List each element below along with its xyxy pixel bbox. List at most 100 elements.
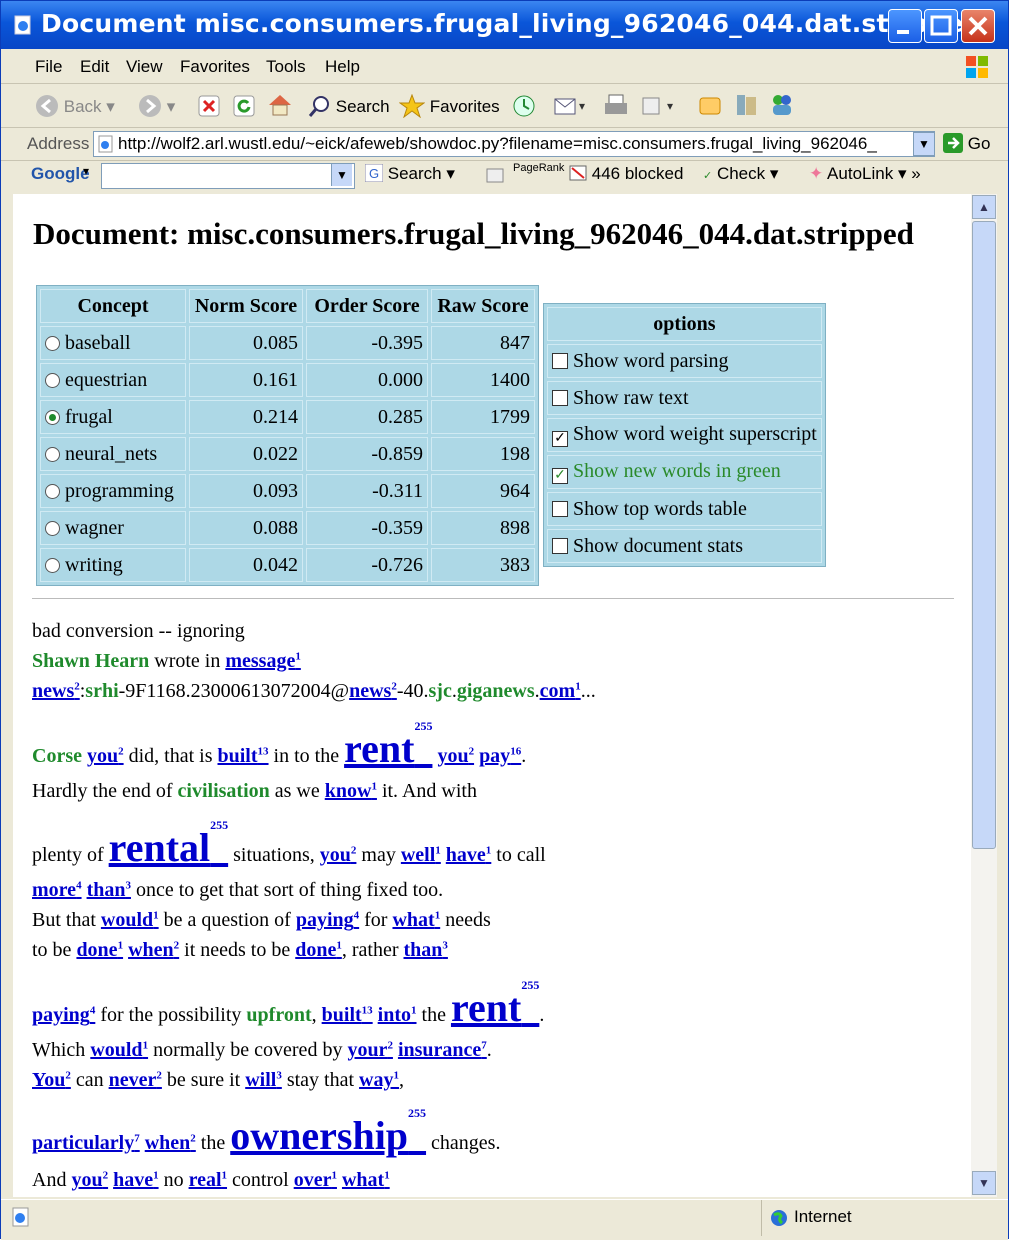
back-button[interactable]: Back ▾ bbox=[35, 94, 115, 118]
word-link[interactable]: when2 bbox=[128, 939, 179, 961]
scroll-thumb[interactable] bbox=[972, 221, 996, 849]
menu-help[interactable]: Help bbox=[325, 57, 360, 77]
word-link[interactable]: more4 bbox=[32, 879, 82, 901]
concept-radio[interactable] bbox=[45, 335, 60, 351]
word-link[interactable]: when2 bbox=[145, 1132, 196, 1154]
word-link[interactable]: than3 bbox=[404, 939, 448, 961]
word-link[interactable]: than3 bbox=[87, 879, 131, 901]
word-link[interactable]: what1 bbox=[392, 909, 440, 931]
checkbox-checked[interactable]: ✓ bbox=[552, 468, 568, 484]
word-link[interactable]: ownership255 bbox=[230, 1106, 426, 1158]
word-link[interactable]: real1 bbox=[189, 1169, 227, 1191]
scroll-down-button[interactable]: ▼ bbox=[972, 1171, 996, 1195]
concept-cell[interactable]: writing bbox=[40, 548, 186, 582]
vertical-scrollbar[interactable]: ▲ ▼ bbox=[971, 194, 997, 1197]
word-link[interactable]: rent255 bbox=[451, 978, 539, 1030]
option-new-words-green[interactable]: ✓ Show new words in green bbox=[547, 455, 822, 489]
option-document-stats[interactable]: Show document stats bbox=[547, 529, 822, 563]
word-link[interactable]: what1 bbox=[342, 1169, 390, 1191]
go-button[interactable]: Go bbox=[943, 133, 990, 154]
concept-radio-selected[interactable] bbox=[45, 409, 60, 425]
address-input[interactable]: http://wolf2.arl.wustl.edu/~eick/afeweb/… bbox=[93, 131, 935, 157]
word-link[interactable]: have1 bbox=[446, 844, 492, 866]
word-link[interactable]: you2 bbox=[87, 745, 124, 767]
google-search-input[interactable] bbox=[101, 163, 355, 189]
menu-edit[interactable]: Edit bbox=[80, 57, 109, 77]
option-word-weight-superscript[interactable]: ✓ Show word weight superscript bbox=[547, 418, 822, 452]
google-search-button[interactable]: G Search ▾ bbox=[364, 163, 455, 184]
concept-cell[interactable]: neural_nets bbox=[40, 437, 186, 471]
word-link[interactable]: you2 bbox=[437, 745, 474, 767]
word-link[interactable]: would1 bbox=[101, 909, 159, 931]
refresh-icon[interactable] bbox=[233, 95, 255, 117]
concept-cell[interactable]: equestrian bbox=[40, 363, 186, 397]
messenger-icon[interactable] bbox=[769, 92, 795, 118]
word-link[interactable]: never2 bbox=[109, 1069, 162, 1091]
search-button[interactable]: Search bbox=[307, 94, 390, 118]
concept-cell[interactable]: programming bbox=[40, 474, 186, 508]
word-link[interactable]: over1 bbox=[294, 1169, 337, 1191]
option-word-parsing[interactable]: Show word parsing bbox=[547, 344, 822, 378]
word-link[interactable]: will3 bbox=[245, 1069, 282, 1091]
word-link[interactable]: well1 bbox=[401, 844, 441, 866]
news-icon[interactable] bbox=[485, 166, 505, 184]
research-icon[interactable] bbox=[734, 92, 760, 118]
option-raw-text[interactable]: Show raw text bbox=[547, 381, 822, 415]
word-link[interactable]: You2 bbox=[32, 1069, 71, 1091]
checkbox[interactable] bbox=[552, 500, 568, 517]
word-link[interactable]: built13 bbox=[218, 745, 269, 767]
word-link[interactable]: message1 bbox=[225, 650, 300, 672]
discuss-icon[interactable] bbox=[698, 94, 724, 118]
word-link[interactable]: news2 bbox=[32, 680, 80, 702]
popup-blocker-button[interactable]: 446 blocked bbox=[569, 164, 683, 184]
word-link[interactable]: particularly7 bbox=[32, 1132, 140, 1154]
mail-icon[interactable]: ▾ bbox=[553, 94, 593, 118]
scroll-up-button[interactable]: ▲ bbox=[972, 195, 996, 219]
print-icon[interactable] bbox=[603, 93, 629, 119]
minimize-button[interactable] bbox=[888, 9, 922, 43]
checkbox[interactable] bbox=[552, 389, 568, 406]
concept-radio[interactable] bbox=[45, 483, 60, 499]
word-link[interactable]: you2 bbox=[320, 844, 357, 866]
word-link[interactable]: would1 bbox=[90, 1039, 148, 1061]
word-link[interactable]: paying4 bbox=[296, 909, 359, 931]
checkbox[interactable] bbox=[552, 537, 568, 554]
autolink-button[interactable]: ✦ AutoLink ▾ » bbox=[809, 164, 921, 184]
word-link[interactable]: rent255 bbox=[344, 719, 432, 771]
concept-cell[interactable]: wagner bbox=[40, 511, 186, 545]
word-link[interactable]: know1 bbox=[325, 780, 377, 802]
menu-file[interactable]: File bbox=[35, 57, 62, 77]
word-link[interactable]: paying4 bbox=[32, 1004, 95, 1026]
concept-cell[interactable]: frugal bbox=[40, 400, 186, 434]
concept-radio[interactable] bbox=[45, 557, 60, 573]
close-button[interactable] bbox=[961, 9, 995, 43]
word-link[interactable]: into1 bbox=[378, 1004, 417, 1026]
checkbox-checked[interactable]: ✓ bbox=[552, 431, 568, 447]
favorites-button[interactable]: Favorites bbox=[398, 93, 500, 119]
address-dropdown-button[interactable]: ▼ bbox=[913, 132, 935, 156]
option-top-words-table[interactable]: Show top words table bbox=[547, 492, 822, 526]
word-link[interactable]: you2 bbox=[71, 1169, 108, 1191]
word-link[interactable]: have1 bbox=[113, 1169, 159, 1191]
google-search-dropdown[interactable]: ▼ bbox=[331, 164, 352, 186]
concept-radio[interactable] bbox=[45, 372, 60, 388]
forward-button[interactable]: ▾ bbox=[138, 94, 175, 118]
concept-cell[interactable]: baseball bbox=[40, 326, 186, 360]
concept-radio[interactable] bbox=[45, 520, 60, 536]
word-link[interactable]: pay16 bbox=[479, 745, 521, 767]
history-icon[interactable] bbox=[511, 94, 537, 118]
checkbox[interactable] bbox=[552, 352, 568, 369]
word-link[interactable]: your2 bbox=[347, 1039, 393, 1061]
google-menu-chevron-icon[interactable]: ▾ bbox=[83, 164, 89, 178]
concept-radio[interactable] bbox=[45, 446, 60, 462]
word-link[interactable]: way1 bbox=[359, 1069, 399, 1091]
word-link[interactable]: done1 bbox=[76, 939, 123, 961]
google-logo[interactable]: Google bbox=[31, 164, 90, 184]
word-link[interactable]: built13 bbox=[322, 1004, 373, 1026]
stop-icon[interactable] bbox=[198, 95, 220, 117]
edit-icon[interactable]: ▾ bbox=[641, 95, 681, 117]
menu-view[interactable]: View bbox=[126, 57, 163, 77]
word-link[interactable]: com1 bbox=[540, 680, 581, 702]
maximize-button[interactable] bbox=[924, 9, 958, 43]
word-link[interactable]: news2 bbox=[349, 680, 397, 702]
